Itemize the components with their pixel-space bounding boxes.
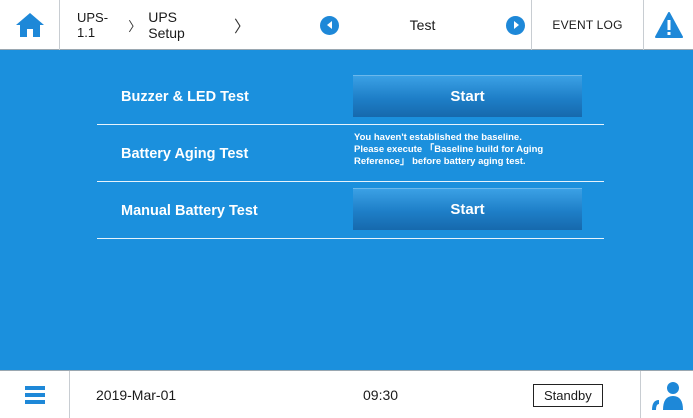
breadcrumb: UPS-1.1 〉 UPS Setup 〉 (60, 0, 250, 50)
event-log-button[interactable]: EVENT LOG (532, 0, 644, 50)
page-title: Test (409, 17, 436, 33)
warning-icon (654, 12, 683, 38)
manual-battery-start-button[interactable]: Start (353, 188, 582, 230)
message-line: Reference」 before battery aging test. (354, 156, 526, 167)
buzzer-led-test-label: Buzzer & LED Test (121, 88, 249, 105)
manual-battery-test-label: Manual Battery Test (121, 202, 258, 219)
status-indicator: Standby (533, 371, 603, 418)
page-navigator: Test (314, 0, 532, 50)
test-row-battery-aging: Battery Aging Test You haven't establish… (97, 125, 604, 182)
user-button[interactable] (640, 371, 693, 418)
test-row-manual-battery: Manual Battery Test Start (97, 182, 604, 239)
breadcrumb-separator: 〉 (233, 19, 250, 36)
home-icon (15, 13, 44, 37)
message-line: You haven't established the baseline. (354, 132, 522, 143)
test-row-buzzer-led: Buzzer & LED Test Start (97, 68, 604, 125)
system-date: 2019-Mar-01 (96, 387, 177, 403)
battery-aging-test-label: Battery Aging Test (121, 145, 249, 162)
system-time: 09:30 (363, 387, 399, 403)
breadcrumb-ups-setup[interactable]: UPS Setup (148, 9, 212, 41)
top-bar: UPS-1.1 〉 UPS Setup 〉 Test EVENT LOG (0, 0, 693, 50)
status-badge: Standby (533, 383, 603, 407)
status-bar: 2019-Mar-01 09:30 Standby (0, 370, 693, 418)
chevron-right-icon (513, 21, 519, 29)
chevron-left-icon (326, 21, 332, 29)
warning-button[interactable] (644, 0, 693, 50)
breadcrumb-device[interactable]: UPS-1.1 (77, 10, 122, 40)
baseline-required-message: You haven't established the baseline. Pl… (354, 132, 604, 168)
user-icon (652, 382, 683, 410)
menu-icon (24, 386, 45, 404)
message-line: Please execute 「Baseline build for Aging (354, 144, 544, 155)
menu-button[interactable] (0, 371, 70, 418)
test-panel: Buzzer & LED Test Start Battery Aging Te… (0, 50, 693, 370)
previous-page-button[interactable] (320, 15, 339, 35)
next-page-button[interactable] (506, 15, 525, 35)
breadcrumb-separator: 〉 (128, 18, 142, 34)
home-button[interactable] (0, 0, 60, 50)
buzzer-led-start-button[interactable]: Start (353, 75, 582, 117)
